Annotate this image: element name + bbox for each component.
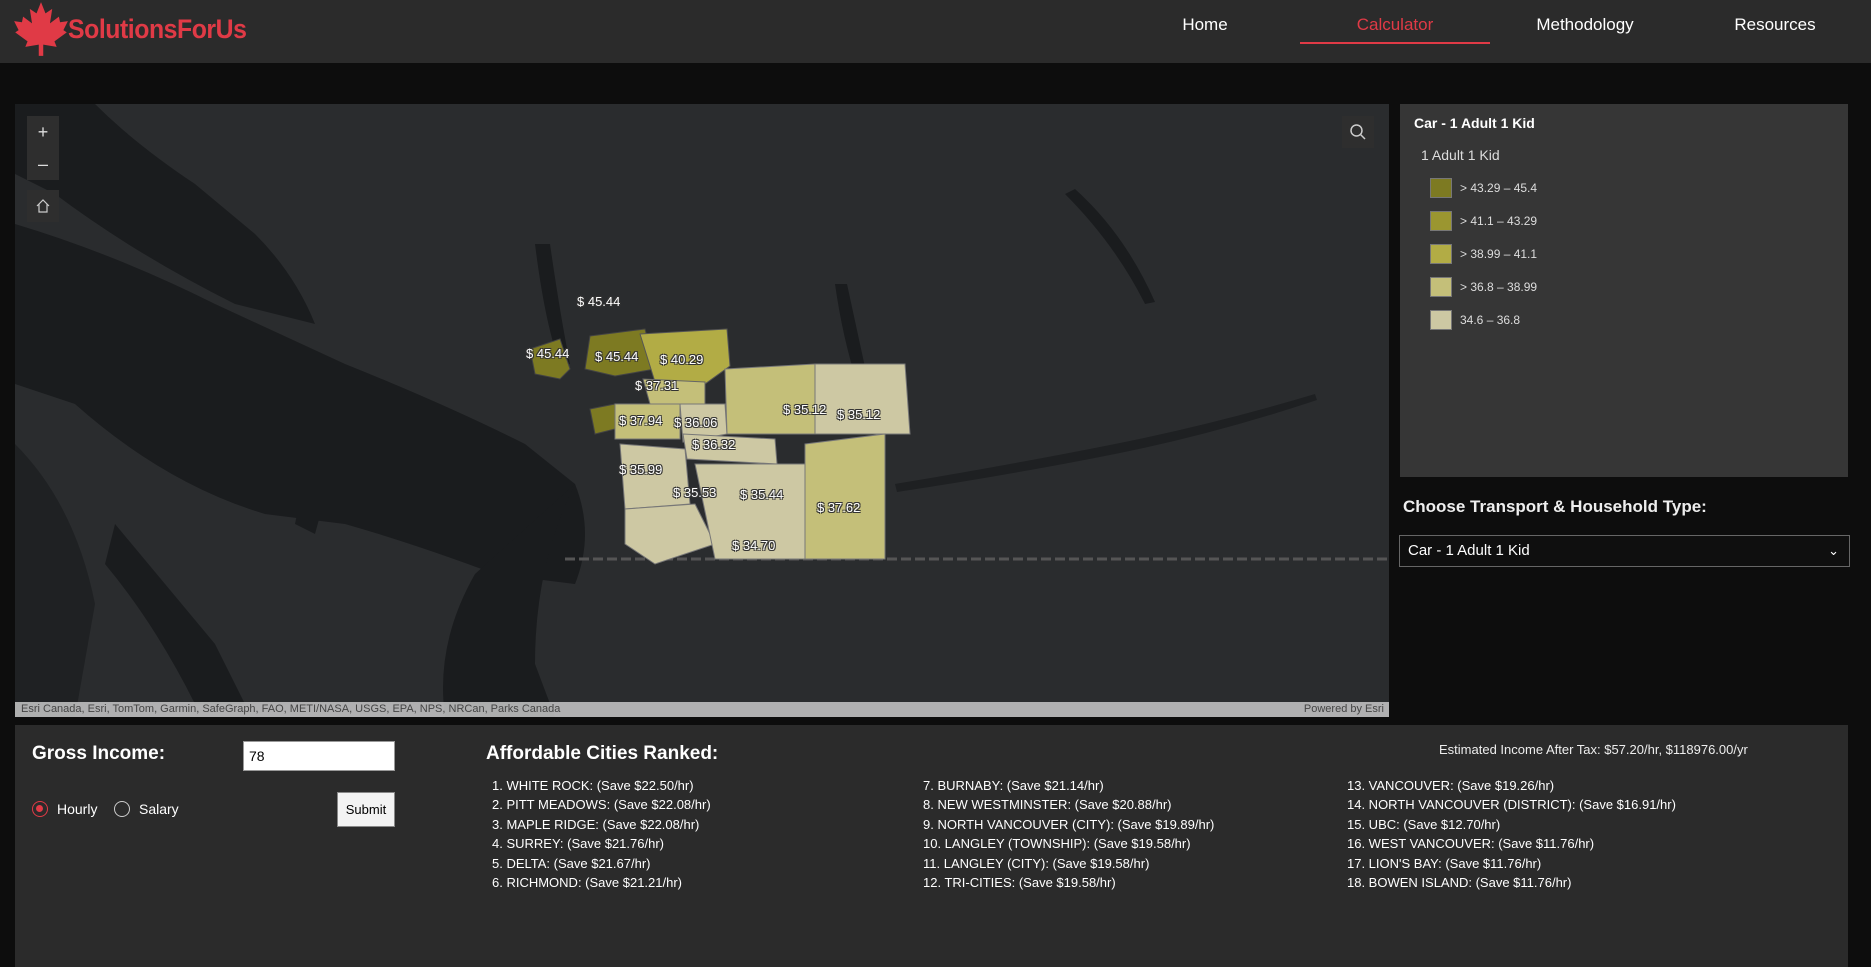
map-basemap <box>15 104 1389 717</box>
radio-indicator <box>32 801 48 817</box>
hourly-radio[interactable]: Hourly <box>32 800 97 818</box>
legend-item: > 41.1 – 43.29 <box>1430 210 1537 232</box>
legend-label: > 43.29 – 45.4 <box>1460 181 1538 195</box>
map-price-label: $ 34.70 <box>732 538 776 553</box>
map-price-label: $ 45.44 <box>526 346 570 361</box>
ranked-city: 13. VANCOUVER: (Save $19.26/hr) <box>1347 778 1555 793</box>
ranked-column-3: 13. VANCOUVER: (Save $19.26/hr) 14. NORT… <box>1347 776 1676 892</box>
ranked-city: 17. LION'S BAY: (Save $11.76/hr) <box>1347 855 1542 871</box>
map-price-label: $ 37.62 <box>817 500 861 515</box>
legend-item: 34.6 – 36.8 <box>1430 309 1520 331</box>
ranked-city: 6. RICHMOND: (Save $21.21/hr) <box>492 875 683 891</box>
map-price-label: $ 35.53 <box>673 485 717 500</box>
legend-swatch <box>1430 277 1452 297</box>
map-price-label: $ 45.44 <box>577 294 621 309</box>
nav-calculator[interactable]: Calculator <box>1300 0 1490 44</box>
map-price-label: $ 35.12 <box>783 402 827 417</box>
salary-label: Salary <box>139 801 179 817</box>
choropleth-map[interactable]: + – $ 45.44 $ 45.44 $ 45.44 $ 40.29 $ 37… <box>15 104 1389 717</box>
affordable-cities-title: Affordable Cities Ranked: <box>486 743 719 764</box>
legend-title: Car - 1 Adult 1 Kid <box>1414 115 1535 131</box>
legend-label: > 36.8 – 38.99 <box>1460 280 1538 294</box>
ranked-column-2: 7. BURNABY: (Save $21.14/hr) 8. NEW WEST… <box>923 776 1214 892</box>
legend-item: > 38.99 – 41.1 <box>1430 243 1537 265</box>
gross-income-label: Gross Income: <box>32 743 166 764</box>
gross-income-input[interactable] <box>243 741 395 771</box>
chevron-down-icon: ⌄ <box>1828 543 1839 558</box>
ranked-city: 4. SURREY: (Save $21.76/hr) <box>492 836 664 852</box>
nav-methodology[interactable]: Methodology <box>1530 0 1640 44</box>
brand-logo[interactable]: SolutionsForUs <box>12 0 262 58</box>
top-nav: SolutionsForUs Home Calculator Methodolo… <box>0 0 1871 63</box>
estimated-income: Estimated Income After Tax: $57.20/hr, $… <box>1439 742 1748 757</box>
map-price-label: $ 36.06 <box>674 415 718 430</box>
ranked-city: 10. LANGLEY (TOWNSHIP): (Save $19.58/hr) <box>923 836 1191 852</box>
legend-swatch <box>1430 211 1452 231</box>
zoom-out-button[interactable]: – <box>27 148 59 180</box>
powered-by-esri[interactable]: Powered by Esri <box>1304 702 1384 717</box>
ranked-city: 1. WHITE ROCK: (Save $22.50/hr) <box>492 778 694 793</box>
ranked-city: 7. BURNABY: (Save $21.14/hr) <box>923 778 1104 793</box>
map-price-label: $ 37.94 <box>619 413 663 428</box>
map-price-label: $ 35.99 <box>619 462 663 477</box>
brand-name: SolutionsForUs <box>68 13 247 44</box>
radio-indicator <box>114 801 130 817</box>
ranked-city: 11. LANGLEY (CITY): (Save $19.58/hr) <box>923 855 1150 871</box>
maple-leaf-icon <box>14 2 68 56</box>
nav-home[interactable]: Home <box>1170 0 1240 44</box>
ranked-city: 9. NORTH VANCOUVER (CITY): (Save $19.89/… <box>923 816 1215 832</box>
ranked-city: 12. TRI-CITIES: (Save $19.58/hr) <box>923 875 1116 891</box>
map-price-label: $ 35.44 <box>740 487 784 502</box>
attribution-text: Esri Canada, Esri, TomTom, Garmin, SafeG… <box>21 703 561 715</box>
ranked-city: 14. NORTH VANCOUVER (DISTRICT): (Save $1… <box>1347 797 1676 813</box>
ranked-city: 8. NEW WESTMINSTER: (Save $20.88/hr) <box>923 797 1172 813</box>
map-price-label: $ 35.12 <box>837 407 881 422</box>
map-price-label: $ 45.44 <box>595 349 639 364</box>
transport-select[interactable]: Car - 1 Adult 1 Kid ⌄ <box>1399 535 1850 567</box>
legend-swatch <box>1430 244 1452 264</box>
legend-label: > 41.1 – 43.29 <box>1460 214 1538 228</box>
legend-swatch <box>1430 178 1452 198</box>
ranked-city: 2. PITT MEADOWS: (Save $22.08/hr) <box>492 797 711 813</box>
legend-subtitle: 1 Adult 1 Kid <box>1421 147 1500 163</box>
map-price-label: $ 36.32 <box>692 437 736 452</box>
salary-radio[interactable]: Salary <box>114 800 179 818</box>
home-icon[interactable] <box>27 190 59 222</box>
transport-label: Choose Transport & Household Type: <box>1403 497 1707 516</box>
hourly-label: Hourly <box>57 801 98 817</box>
transport-selected-value: Car - 1 Adult 1 Kid <box>1408 542 1530 559</box>
ranked-city: 18. BOWEN ISLAND: (Save $11.76/hr) <box>1347 875 1572 891</box>
legend-item: > 36.8 – 38.99 <box>1430 276 1537 298</box>
legend-item: > 43.29 – 45.4 <box>1430 177 1537 199</box>
map-price-label: $ 37.31 <box>635 378 679 393</box>
submit-button[interactable]: Submit <box>337 792 395 827</box>
nav-resources[interactable]: Resources <box>1730 0 1820 44</box>
ranked-city: 16. WEST VANCOUVER: (Save $11.76/hr) <box>1347 836 1595 852</box>
map-legend: Car - 1 Adult 1 Kid 1 Adult 1 Kid > 43.2… <box>1400 104 1848 477</box>
ranked-column-1: 1. WHITE ROCK: (Save $22.50/hr) 2. PITT … <box>492 776 711 892</box>
ranked-city: 15. UBC: (Save $12.70/hr) <box>1347 816 1501 832</box>
zoom-in-button[interactable]: + <box>27 116 59 148</box>
legend-label: 34.6 – 36.8 <box>1460 313 1521 327</box>
legend-swatch <box>1430 310 1452 330</box>
search-icon[interactable] <box>1342 116 1374 148</box>
ranked-city: 5. DELTA: (Save $21.67/hr) <box>492 855 651 871</box>
ranked-city: 3. MAPLE RIDGE: (Save $22.08/hr) <box>492 816 700 832</box>
map-price-label: $ 40.29 <box>660 352 704 367</box>
map-attribution: Esri Canada, Esri, TomTom, Garmin, SafeG… <box>15 702 1389 717</box>
legend-label: > 38.99 – 41.1 <box>1460 247 1538 261</box>
